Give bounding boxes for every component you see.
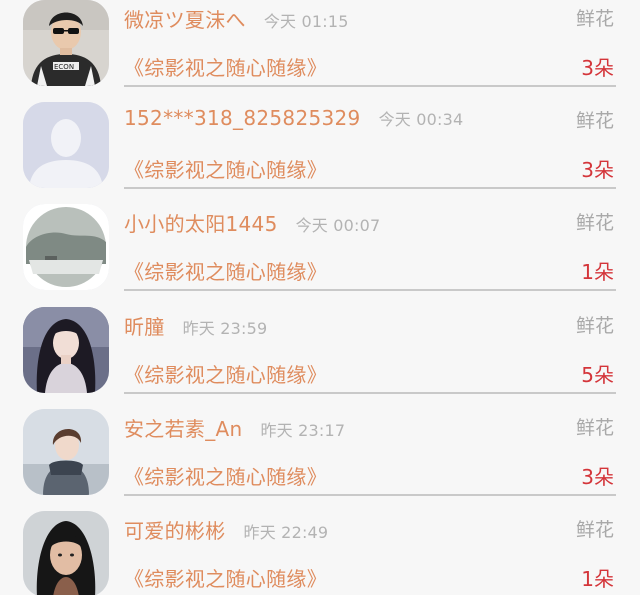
user-photo-icon xyxy=(23,511,109,595)
gift-type: 鲜花 xyxy=(575,315,614,337)
book-title-link[interactable]: 《综影视之随心随缘》 xyxy=(124,52,327,81)
list-item[interactable]: 可爱的彬彬 昨天 22:49 鲜花 《综影视之随心随缘》 1朵 xyxy=(0,511,640,595)
book-title-link[interactable]: 《综影视之随心随缘》 xyxy=(124,563,327,592)
list-item[interactable]: 安之若素_An 昨天 23:17 鲜花 《综影视之随心随缘》 3朵 xyxy=(0,409,640,512)
avatar[interactable] xyxy=(23,204,109,290)
book-title-link[interactable]: 《综影视之随心随缘》 xyxy=(124,154,327,183)
list-item[interactable]: 小小的太阳1445 今天 00:07 鲜花 《综影视之随心随缘》 1朵 xyxy=(0,204,640,307)
divider xyxy=(124,85,616,87)
default-person-icon xyxy=(23,102,109,188)
divider xyxy=(124,187,616,189)
book-title-link[interactable]: 《综影视之随心随缘》 xyxy=(124,256,327,285)
user-photo-icon xyxy=(23,409,109,495)
gift-count: 3朵 xyxy=(581,465,614,489)
avatar[interactable] xyxy=(23,409,109,495)
timestamp: 昨天 23:59 xyxy=(182,319,268,338)
timestamp: 今天 00:34 xyxy=(378,110,464,129)
timestamp: 昨天 22:49 xyxy=(243,523,329,542)
gift-type: 鲜花 xyxy=(575,212,614,234)
gift-type: 鲜花 xyxy=(575,417,614,439)
user-name[interactable]: 昕朣 昨天 23:59 xyxy=(124,311,267,340)
anime-girl-icon xyxy=(23,307,109,393)
svg-text:ECON: ECON xyxy=(54,63,74,71)
gift-count: 5朵 xyxy=(581,363,614,387)
gift-type: 鲜花 xyxy=(575,110,614,132)
gift-type: 鲜花 xyxy=(575,519,614,541)
user-name[interactable]: 可爱的彬彬 昨天 22:49 xyxy=(124,515,328,544)
gift-count: 3朵 xyxy=(581,56,614,80)
gift-type: 鲜花 xyxy=(575,8,614,30)
avatar[interactable] xyxy=(23,102,109,188)
user-photo-icon: ECON xyxy=(23,0,109,86)
book-title-link[interactable]: 《综影视之随心随缘》 xyxy=(124,359,327,388)
user-name[interactable]: 152***318_825825329 今天 00:34 xyxy=(124,106,463,130)
gift-count: 3朵 xyxy=(581,158,614,182)
landscape-photo-icon xyxy=(23,204,109,290)
user-name[interactable]: 安之若素_An 昨天 23:17 xyxy=(124,413,345,442)
avatar[interactable] xyxy=(23,511,109,595)
divider xyxy=(124,392,616,394)
gift-count: 1朵 xyxy=(581,567,614,591)
list-item[interactable]: 昕朣 昨天 23:59 鲜花 《综影视之随心随缘》 5朵 xyxy=(0,307,640,410)
timestamp: 今天 01:15 xyxy=(263,12,349,31)
gift-count: 1朵 xyxy=(581,260,614,284)
user-name[interactable]: 小小的太阳1445 今天 00:07 xyxy=(124,208,380,237)
timestamp: 昨天 23:17 xyxy=(260,421,346,440)
divider xyxy=(124,494,616,496)
book-title-link[interactable]: 《综影视之随心随缘》 xyxy=(124,461,327,490)
divider xyxy=(124,289,616,291)
avatar[interactable] xyxy=(23,307,109,393)
list-item[interactable]: ECON 微凉ツ夏沫へ 今天 01:15 鲜花 《综影视之随心随缘》 3朵 xyxy=(0,0,640,103)
avatar[interactable]: ECON xyxy=(23,0,109,86)
gift-record-list: ECON 微凉ツ夏沫へ 今天 01:15 鲜花 《综影视之随心随缘》 3朵 152… xyxy=(0,0,640,595)
user-name[interactable]: 微凉ツ夏沫へ 今天 01:15 xyxy=(124,4,349,33)
list-item[interactable]: 152***318_825825329 今天 00:34 鲜花 《综影视之随心随缘… xyxy=(0,102,640,205)
timestamp: 今天 00:07 xyxy=(295,216,381,235)
